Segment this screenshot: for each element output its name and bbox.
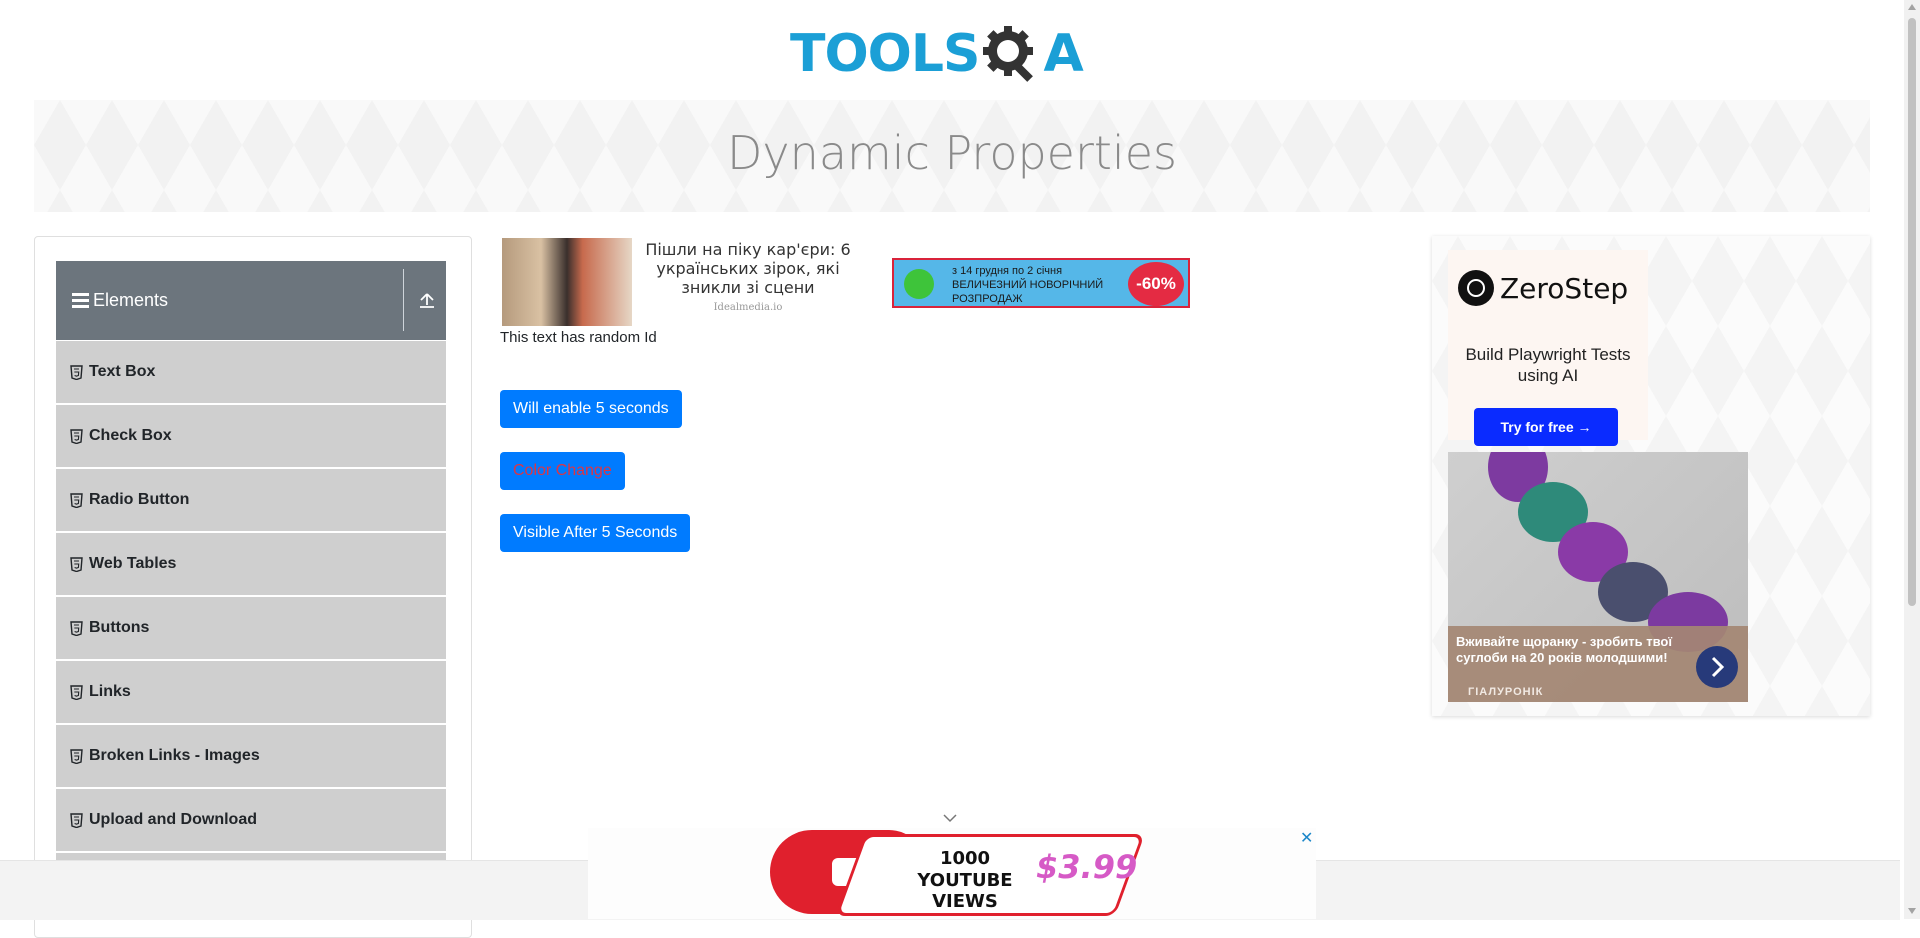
promo-text: з 14 грудня по 2 січня ВЕЛИЧЕЗНИЙ НОВОРІ… bbox=[952, 264, 1103, 306]
ad-headline[interactable]: Пішли на піку кар'єри: 6 українських зір… bbox=[638, 240, 858, 297]
html5-icon bbox=[70, 492, 83, 508]
sidebar-item-label: Text Box bbox=[89, 363, 156, 380]
html5-icon bbox=[70, 620, 83, 636]
header-divider bbox=[403, 269, 404, 331]
zerostep-tagline: Build Playwright Tests using AI bbox=[1465, 345, 1631, 385]
zerostep-icon bbox=[1458, 270, 1494, 306]
sidebar-item-label: Web Tables bbox=[89, 555, 177, 572]
collapse-up-icon[interactable] bbox=[416, 289, 438, 311]
promo-line-3: РОЗПРОДАЖ bbox=[952, 293, 1023, 305]
ad-line-1: 1000 bbox=[939, 848, 991, 869]
elements-group-header[interactable]: Elements bbox=[56, 261, 446, 340]
next-arrow-icon[interactable] bbox=[1696, 646, 1738, 688]
zerostep-brand: ZeroStep bbox=[1500, 271, 1629, 305]
scroll-thumb[interactable] bbox=[1908, 18, 1916, 606]
ad-source: Idealmedia.io bbox=[713, 302, 783, 313]
sidebar-item-label: Links bbox=[89, 683, 131, 700]
page-title: Dynamic Properties bbox=[727, 126, 1177, 180]
discount-badge: -60% bbox=[1128, 262, 1184, 306]
logo-text-tools: TOOLS bbox=[790, 24, 980, 84]
sidebar-item-upload-download[interactable]: Upload and Download bbox=[56, 789, 446, 853]
html5-icon bbox=[70, 428, 83, 444]
color-change-button[interactable]: Color Change bbox=[500, 452, 625, 490]
sponsor-ad[interactable]: Вживайте щоранку - зробить твої суглоби … bbox=[1448, 452, 1748, 702]
smiley-icon bbox=[904, 269, 934, 299]
sidebar-item-links[interactable]: Links bbox=[56, 661, 446, 725]
gear-q-icon bbox=[983, 26, 1034, 82]
sidebar-item-label: Broken Links - Images bbox=[89, 747, 260, 764]
sidebar-item-label: Radio Button bbox=[89, 491, 190, 508]
html5-icon bbox=[70, 364, 83, 380]
left-sidebar: Elements Text Box Check Box Radio Button… bbox=[34, 236, 472, 938]
enable-after-button[interactable]: Will enable 5 seconds bbox=[500, 390, 682, 428]
ad-line-2: YOUTUBE VIEWS bbox=[917, 870, 1013, 912]
native-ad[interactable]: Пішли на піку кар'єри: 6 українських зір… bbox=[500, 236, 870, 326]
sidebar-item-label: Buttons bbox=[89, 619, 150, 636]
sidebar-item-buttons[interactable]: Buttons bbox=[56, 597, 446, 661]
html5-icon bbox=[70, 556, 83, 572]
ad-price: $3.99 bbox=[1036, 848, 1138, 886]
scroll-up-icon[interactable] bbox=[1908, 4, 1916, 10]
toolsqa-logo[interactable]: TOOLS A bbox=[790, 14, 1084, 94]
chevron-down-icon[interactable] bbox=[942, 812, 958, 824]
menu-icon bbox=[72, 293, 89, 308]
sidebar-item-label: Check Box bbox=[89, 427, 172, 444]
logo-text-a: A bbox=[1043, 24, 1083, 84]
promo-line-2: ВЕЛИЧЕЗНИЙ НОВОРІЧНИЙ bbox=[952, 279, 1104, 291]
html5-icon bbox=[70, 812, 83, 828]
right-ad-panel: ZeroStep Build Playwright Tests using AI… bbox=[1432, 236, 1870, 716]
sidebar-item-label: Upload and Download bbox=[89, 811, 257, 828]
sidebar-item-text-box[interactable]: Text Box bbox=[56, 341, 446, 405]
zerostep-ad[interactable]: ZeroStep Build Playwright Tests using AI… bbox=[1448, 250, 1648, 446]
sponsor-brand: ГІАЛУРОНІК bbox=[1468, 686, 1544, 698]
random-id-text: This text has random Id bbox=[500, 329, 657, 346]
html5-icon bbox=[70, 684, 83, 700]
sponsor-caption: Вживайте щоранку - зробить твої суглоби … bbox=[1448, 626, 1748, 702]
sidebar-item-check-box[interactable]: Check Box bbox=[56, 405, 446, 469]
zerostep-logo: ZeroStep bbox=[1458, 270, 1628, 306]
promo-line-1: з 14 грудня по 2 січня bbox=[952, 265, 1063, 277]
group-title: Elements bbox=[93, 290, 169, 310]
sidebar-item-web-tables[interactable]: Web Tables bbox=[56, 533, 446, 597]
page-scrollbar[interactable] bbox=[1904, 0, 1920, 919]
scroll-down-icon[interactable] bbox=[1908, 908, 1916, 914]
close-icon[interactable]: ✕ bbox=[1300, 828, 1313, 848]
site-header: TOOLS A bbox=[0, 0, 1900, 100]
sidebar-item-broken-links[interactable]: Broken Links - Images bbox=[56, 725, 446, 789]
promo-banner[interactable]: з 14 грудня по 2 січня ВЕЛИЧЕЗНИЙ НОВОРІ… bbox=[892, 258, 1190, 308]
page-banner: Dynamic Properties bbox=[34, 100, 1870, 212]
try-for-free-button[interactable]: Try for free → bbox=[1474, 408, 1618, 446]
html5-icon bbox=[70, 748, 83, 764]
visible-after-button[interactable]: Visible After 5 Seconds bbox=[500, 514, 691, 552]
sidebar-item-radio-button[interactable]: Radio Button bbox=[56, 469, 446, 533]
elements-menu: Text Box Check Box Radio Button Web Tabl… bbox=[56, 341, 446, 917]
ad-photo[interactable] bbox=[502, 238, 632, 326]
sponsor-text: Вживайте щоранку - зробить твої суглоби … bbox=[1456, 634, 1673, 665]
